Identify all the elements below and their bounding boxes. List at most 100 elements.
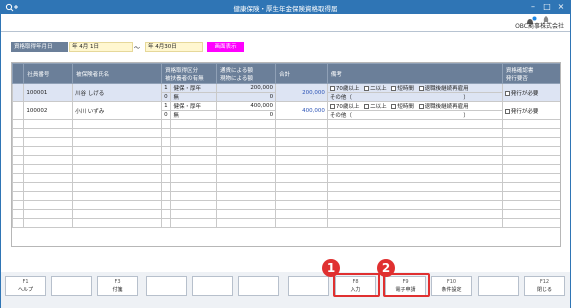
minimize-icon[interactable]: – (527, 2, 539, 12)
checkbox-short[interactable] (391, 86, 397, 91)
cell-remarks-other[interactable]: その他（ ） (326, 110, 503, 120)
cell-kbn1[interactable]: 健保・厚年 (170, 83, 218, 93)
header-name: 被保険者氏名 (72, 63, 163, 84)
cell-remarks-checks[interactable]: 70歳以上 二以上 短時間 退職後継続再雇用 (326, 101, 503, 111)
header-total: 合計 (275, 63, 328, 84)
cell-name[interactable]: 小川 いずみ (72, 101, 163, 120)
label-short: 短時間 (397, 86, 414, 92)
header-corner (12, 63, 25, 84)
checkbox-confirm[interactable] (504, 108, 510, 114)
close-icon[interactable]: × (555, 2, 567, 12)
header-remarks: 備考 (326, 63, 503, 84)
f1-key: F1 (22, 279, 29, 285)
cell-code1[interactable]: 1 (161, 83, 172, 93)
highlight-f8 (333, 273, 380, 297)
empty-row (12, 200, 560, 210)
cell-kbn2[interactable]: 無 (170, 110, 218, 120)
f2-button[interactable] (51, 276, 92, 296)
cell-cash[interactable]: 200,000 (216, 83, 277, 93)
cell-total: 400,000 (275, 101, 328, 120)
display-button[interactable]: 画面表示 (207, 42, 244, 52)
empty-row (12, 173, 560, 183)
empty-row (12, 182, 560, 192)
cell-emp-no[interactable]: 100001 (23, 83, 74, 102)
header-pay-b: 現物による額 (220, 75, 253, 82)
f10-conditions-button[interactable]: F10 条件設定 (431, 276, 472, 296)
company-name: OBC商事株式会社 (515, 23, 564, 30)
f3-sticky-button[interactable]: F3 付箋 (97, 276, 138, 296)
f12-label: 閉じる (536, 287, 552, 293)
checkbox-short[interactable] (391, 104, 397, 109)
empty-row (12, 191, 560, 201)
f12-key: F12 (539, 279, 550, 285)
cell-confirm[interactable]: 発行が必要 (501, 101, 560, 120)
cell-kind[interactable]: 0 (216, 92, 277, 102)
empty-row (12, 137, 560, 147)
cell-code2[interactable]: 0 (161, 110, 172, 120)
checkbox-confirm[interactable] (504, 90, 510, 96)
cell-confirm[interactable]: 発行が必要 (501, 83, 560, 102)
cell-emp-no[interactable]: 100002 (23, 101, 74, 120)
cell-name[interactable]: 川谷 しげる (72, 83, 163, 102)
highlight-f9 (383, 273, 430, 297)
callout-badge-2: 2 (377, 259, 395, 277)
header-confirm: 資格確認書 発行要否 (501, 63, 560, 84)
acquisition-date-label: 資格取得年月日 (11, 42, 68, 52)
cell-kbn2[interactable]: 無 (170, 92, 218, 102)
checkbox-70[interactable] (329, 86, 335, 91)
cell-code2[interactable]: 0 (161, 92, 172, 102)
f5-button[interactable] (192, 276, 233, 296)
maximize-icon[interactable]: □ (541, 2, 553, 12)
cell-cash[interactable]: 400,000 (216, 101, 277, 111)
f10-key: F10 (446, 279, 457, 285)
title-bar: 健康保険・厚生年金保険資格取得届 – □ × (1, 1, 570, 14)
row-selector[interactable] (12, 83, 25, 102)
f3-key: F3 (114, 279, 121, 285)
f1-help-button[interactable]: F1 ヘルプ (5, 276, 46, 296)
filter-bar: 資格取得年月日 年 4月 1日 ～ 年 4月30日 画面表示 (1, 32, 570, 56)
header-emp-no: 社員番号 (23, 63, 74, 84)
app-window: 健康保険・厚生年金保険資格取得届 – □ × OBC商事株式会社 資格取得年月日… (0, 0, 571, 308)
range-tilde: ～ (134, 45, 141, 52)
f7-button[interactable] (288, 276, 329, 296)
cell-kbn1[interactable]: 健保・厚年 (170, 101, 218, 111)
function-key-bar: F1 ヘルプ F3 付箋 F8 入力 F9 電子申請 F10 条件設定 F12 … (1, 272, 570, 308)
label-other-close: ） (463, 113, 469, 119)
f6-button[interactable] (238, 276, 279, 296)
table-row[interactable]: 100002 小川 いずみ 1 健保・厚年 400,000 400,000 70… (12, 101, 560, 120)
empty-row (12, 209, 560, 219)
f10-label: 条件設定 (441, 287, 462, 293)
checkbox-rehire[interactable] (418, 86, 424, 91)
checkbox-70[interactable] (329, 104, 335, 109)
label-other-close: ） (463, 95, 469, 101)
empty-row (12, 218, 560, 228)
info-bar: OBC商事株式会社 (1, 14, 570, 31)
date-to-field[interactable]: 年 4月30日 (145, 42, 203, 52)
checkbox-multi[interactable] (364, 86, 370, 91)
f4-button[interactable] (146, 276, 187, 296)
label-confirm: 発行が必要 (510, 90, 539, 97)
cell-code1[interactable]: 1 (161, 101, 172, 111)
cell-remarks-checks[interactable]: 70歳以上 二以上 短時間 退職後継続再雇用 (326, 83, 503, 93)
f12-close-button[interactable]: F12 閉じる (524, 276, 565, 296)
header-qual-a: 資格取得区分 (165, 67, 199, 74)
window-title: 健康保険・厚生年金保険資格取得届 (233, 5, 338, 13)
empty-row (12, 164, 560, 174)
f11-button[interactable] (478, 276, 519, 296)
header-pay: 通貨による額 現物による額 (216, 63, 277, 84)
row-selector[interactable] (12, 101, 25, 120)
cell-remarks-other[interactable]: その他（ ） (326, 92, 503, 102)
label-short: 短時間 (397, 104, 414, 110)
label-rehire: 退職後継続再雇用 (424, 86, 469, 92)
header-qual-b: 被扶養者の有無 (165, 75, 204, 82)
checkbox-multi[interactable] (364, 104, 370, 109)
header-confirm-a: 資格確認書 (505, 67, 534, 74)
date-from-field[interactable]: 年 4月 1日 (69, 42, 133, 52)
table-row[interactable]: 100001 川谷 しげる 1 健保・厚年 200,000 200,000 70… (12, 83, 560, 102)
f1-label: ヘルプ (17, 287, 33, 293)
checkbox-rehire[interactable] (418, 104, 424, 109)
label-multi: 二以上 (370, 104, 387, 110)
label-other: その他（ (329, 95, 352, 101)
cell-kind[interactable]: 0 (216, 110, 277, 120)
table-header-row: 社員番号 被保険者氏名 資格取得区分 被扶養者の有無 通貨による額 現物による額… (12, 63, 560, 84)
